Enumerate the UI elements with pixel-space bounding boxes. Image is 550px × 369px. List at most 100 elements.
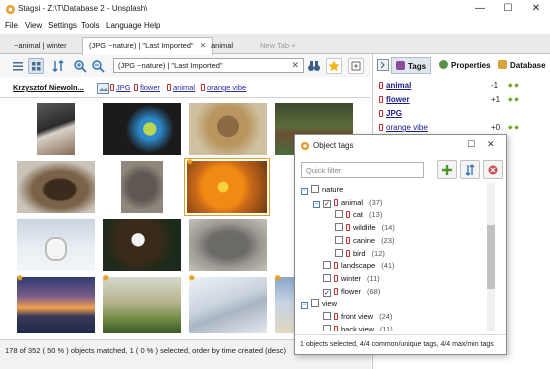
collapse-panel-icon[interactable] [377, 59, 389, 71]
tag-action-icons[interactable]: ◆ ◆ [508, 82, 519, 89]
close-button[interactable]: ✕ [522, 0, 550, 18]
title-bar: Stagsi - Z:\T\Database 2 - Unsplash\ — ☐… [0, 0, 550, 19]
dialog-close-button[interactable]: ✕ [487, 139, 495, 150]
clear-search-icon[interactable]: ✕ [291, 60, 299, 71]
tag-checkbox[interactable] [335, 223, 343, 232]
tree-item-view[interactable]: − view [301, 297, 337, 310]
tree-item-count: (11) [367, 273, 380, 283]
tag-chip-animal[interactable]: animal [167, 83, 195, 92]
tag-checkbox[interactable] [311, 299, 319, 308]
tab-tags[interactable]: Tags [391, 57, 432, 74]
tag-checkbox[interactable] [323, 312, 331, 320]
tag-name[interactable]: animal [386, 81, 411, 90]
tab-label: Properties [451, 61, 491, 70]
dialog-maximize-button[interactable]: ☐ [467, 139, 475, 150]
dialog-status-text: 1 objects selected, 4/4 common/unique ta… [300, 341, 494, 348]
menu-view[interactable]: View [25, 21, 42, 30]
thumbnail-landscape[interactable]: ✹ [100, 273, 184, 336]
menu-help[interactable]: Help [144, 21, 160, 30]
tag-name[interactable]: orange vibe [386, 123, 428, 132]
maximize-button[interactable]: ☐ [494, 0, 522, 18]
tree-item-label: bird [353, 248, 366, 258]
thumbnail-dunes[interactable]: ✹ [186, 273, 270, 336]
tree-item-front-view[interactable]: front view (24) [313, 310, 392, 323]
menu-file[interactable]: File [5, 21, 18, 30]
remove-tag-button[interactable] [483, 160, 503, 179]
collapse-icon[interactable]: − [313, 200, 320, 208]
author-link[interactable]: Krzysztof Niewoln... [13, 83, 84, 92]
tab-animal[interactable]: animal [205, 38, 239, 54]
thumbnail-elephant[interactable] [100, 158, 184, 216]
zoom-out-icon[interactable] [90, 58, 106, 74]
tag-row-jpg[interactable]: JPG [379, 109, 402, 118]
tag-action-icons[interactable]: ◆ ◆ [508, 124, 519, 131]
search-input[interactable]: (JPG ~nature) | "Last Imported" ✕ [113, 58, 304, 73]
thumbnail-parrots[interactable] [100, 100, 184, 158]
star-icon[interactable] [326, 58, 342, 74]
scrollbar-thumb[interactable] [487, 225, 495, 289]
thumbnail-puffin[interactable] [14, 100, 98, 158]
thumbnail-ducks[interactable] [14, 158, 98, 216]
tree-item-canine[interactable]: canine (23) [325, 234, 394, 247]
menu-tools[interactable]: Tools [81, 21, 100, 30]
tree-item-count: (24) [379, 312, 393, 321]
minimize-button[interactable]: — [466, 0, 494, 18]
tab-animal-winter[interactable]: ~animal | winter [8, 38, 73, 54]
stagsi-logo-icon [300, 141, 310, 151]
tag-row-flower[interactable]: flower [379, 95, 410, 104]
tab-label: (JPG ~nature) | "Last Imported" [89, 41, 194, 50]
sort-icon[interactable] [50, 58, 66, 74]
binoculars-icon[interactable] [306, 58, 322, 74]
tag-chip-jpg[interactable]: JPG [110, 83, 131, 92]
grid-view-icon[interactable] [28, 58, 44, 74]
tab-database[interactable]: Database [494, 57, 550, 74]
tree-item-winter[interactable]: winter (11) [313, 272, 380, 285]
tree-item-bird[interactable]: bird (12) [325, 247, 385, 260]
tag-checkbox[interactable]: ✓ [323, 288, 331, 297]
thumbnail-rhino[interactable] [186, 216, 270, 274]
tag-row-animal[interactable]: animal [379, 81, 411, 90]
tag-checkbox[interactable] [323, 324, 331, 331]
tree-item-cat[interactable]: cat (13) [325, 208, 382, 221]
tag-checkbox[interactable] [323, 273, 331, 282]
tag-checkbox[interactable] [323, 261, 331, 270]
tag-checkbox[interactable] [335, 248, 343, 257]
tag-action-icons[interactable]: ◆ ◆ [508, 96, 519, 103]
tag-chip-orange-vibe[interactable]: orange vibe [201, 83, 246, 92]
tree-item-back-view[interactable]: back view (11) [313, 323, 393, 331]
menu-language[interactable]: Language [106, 21, 142, 30]
tag-checkbox[interactable]: ✓ [323, 199, 331, 208]
tree-item-label: canine [353, 235, 376, 245]
quick-filter-input[interactable]: Quick filter [301, 162, 424, 178]
tag-checkbox[interactable] [311, 185, 319, 193]
list-view-icon[interactable] [10, 58, 26, 74]
tag-name[interactable]: JPG [386, 109, 402, 118]
tab-jpg-nature[interactable]: (JPG ~nature) | "Last Imported" ✕ [82, 37, 213, 55]
tag-checkbox[interactable] [335, 235, 343, 244]
thumbnail-sunset[interactable]: ✹ [14, 273, 98, 336]
collapse-icon[interactable]: − [301, 302, 308, 310]
tag-row-orange-vibe[interactable]: orange vibe [379, 123, 428, 132]
tree-item-label: wildlife [353, 223, 376, 233]
add-tag-button[interactable] [437, 160, 457, 179]
tree-item-animal[interactable]: − ✓ animal (37) [313, 196, 382, 209]
tree-item-flower[interactable]: ✓ flower (68) [313, 285, 380, 298]
tag-chip-flower[interactable]: flower [134, 83, 160, 92]
expand-icon[interactable] [348, 58, 364, 74]
tab-new[interactable]: New Tab + [254, 38, 302, 54]
sort-tags-button[interactable] [460, 160, 480, 179]
tree-scrollbar[interactable] [487, 183, 495, 331]
thumbnail-owl[interactable] [14, 216, 98, 274]
thumbnail-orange-flower[interactable]: ✹ [184, 157, 270, 216]
collapse-icon[interactable]: − [301, 188, 308, 195]
zoom-in-icon[interactable] [72, 58, 88, 74]
tab-properties[interactable]: Properties [435, 57, 495, 74]
menu-settings[interactable]: Settings [48, 21, 77, 30]
tree-item-landscape[interactable]: landscape (41) [313, 259, 395, 272]
tree-item-wildlife[interactable]: wildlife (14) [325, 221, 395, 234]
tree-item-nature[interactable]: − nature [301, 183, 343, 196]
tag-name[interactable]: flower [386, 95, 410, 104]
tag-checkbox[interactable] [335, 210, 343, 219]
thumbnail-lion[interactable] [186, 100, 270, 158]
thumbnail-eagle[interactable] [100, 216, 184, 274]
